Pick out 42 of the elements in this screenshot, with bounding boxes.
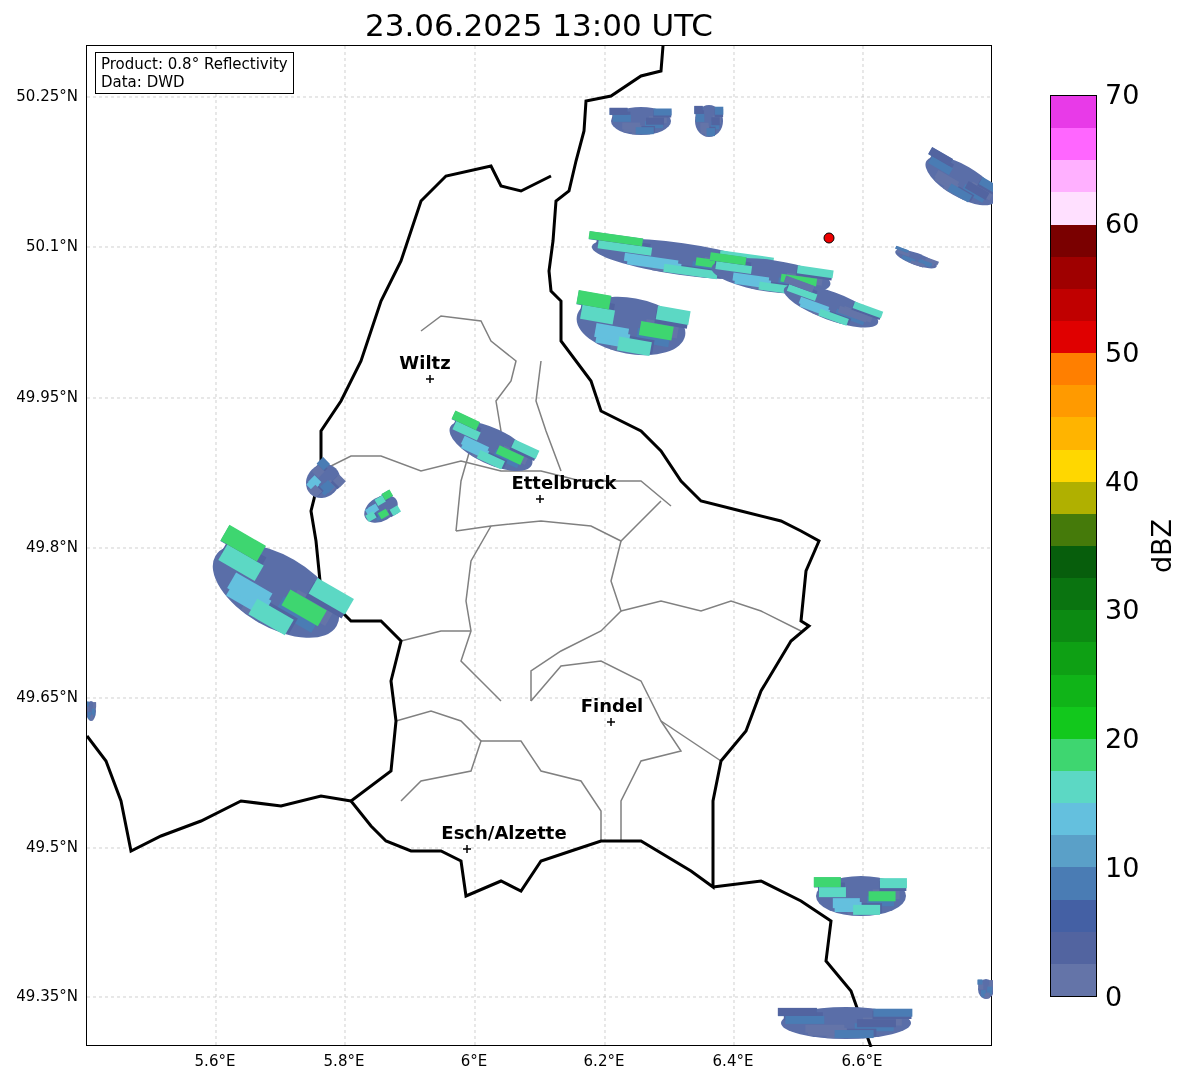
radar-site-marker xyxy=(823,232,835,244)
latitude-label: 49.35°N xyxy=(16,987,78,1005)
latitude-label: 49.8°N xyxy=(25,538,78,556)
colorbar-tick-label: 50 xyxy=(1105,337,1140,368)
longitude-label: 6.4°E xyxy=(712,1052,754,1070)
colorbar-tick-label: 10 xyxy=(1105,853,1140,884)
latitude-label: 49.5°N xyxy=(25,838,78,856)
longitude-label: 5.8°E xyxy=(323,1052,365,1070)
radar-echo xyxy=(895,245,939,269)
longitude-label: 6°E xyxy=(460,1052,488,1070)
radar-echo xyxy=(925,146,993,206)
longitude-label: 5.6°E xyxy=(194,1052,236,1070)
location-marker-icon xyxy=(535,494,545,504)
radar-echo xyxy=(364,489,402,523)
info-text: Data: DWD xyxy=(101,73,186,91)
radar-echo xyxy=(977,979,993,999)
longitude-label: 6.2°E xyxy=(583,1052,625,1070)
colorbar-tick-label: 40 xyxy=(1105,466,1140,497)
place-label: Wiltz xyxy=(399,353,451,373)
colorbar-label: dBZ xyxy=(1147,518,1177,574)
location-marker-icon xyxy=(425,374,435,384)
latitude-label: 50.25°N xyxy=(16,87,78,105)
colorbar-tick-label: 70 xyxy=(1105,80,1140,110)
info-text: Product: 0.8° Reflectivity xyxy=(101,55,288,73)
radar-echo xyxy=(87,701,97,721)
place-label: Findel xyxy=(580,696,644,716)
radar-echo xyxy=(694,105,724,137)
place-label: Ettelbruck xyxy=(511,473,617,493)
longitude-label: 6.6°E xyxy=(841,1052,883,1070)
radar-echo xyxy=(609,107,672,135)
colorbar-tick-label: 20 xyxy=(1105,724,1140,755)
latitude-label: 49.65°N xyxy=(16,688,78,706)
radar-echo xyxy=(306,457,346,498)
place-label: Esch/Alzette xyxy=(441,823,567,843)
latitude-label: 50.1°N xyxy=(25,237,78,255)
colorbar-tick-label: 60 xyxy=(1105,208,1140,239)
location-marker-icon xyxy=(606,717,616,727)
colorbar-tick-label: 0 xyxy=(1105,982,1123,1012)
latitude-label: 49.95°N xyxy=(16,388,78,406)
location-marker-icon xyxy=(462,844,472,854)
colorbar-tick-label: 30 xyxy=(1105,595,1140,626)
chart-title: 23.06.2025 13:00 UTC xyxy=(365,6,713,45)
